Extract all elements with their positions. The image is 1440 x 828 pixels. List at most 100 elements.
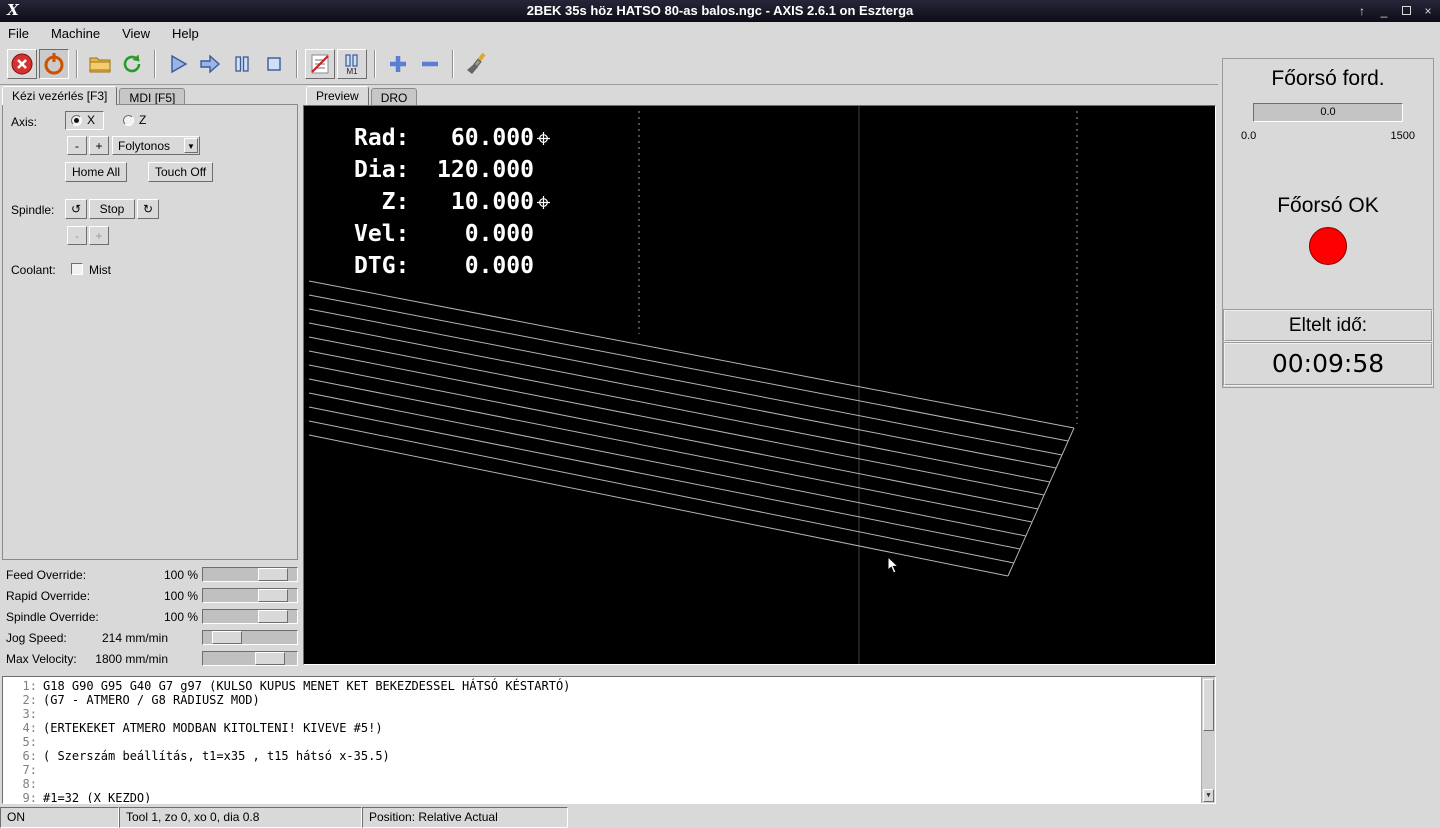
window-title: 2BEK 35s höz HATSO 80-as balos.ngc - AXI… <box>0 3 1440 18</box>
optional-stop-icon: M1 <box>340 52 364 76</box>
gcode-scrollbar[interactable]: ▼ <box>1201 677 1215 803</box>
spindle-minus-button[interactable]: - <box>67 226 87 245</box>
overrides-panel: Feed Override: 100 % Rapid Override: 100… <box>2 564 300 669</box>
jog-minus-button[interactable]: - <box>67 136 87 155</box>
toolbar-separator <box>76 50 78 78</box>
rapid-override-value: 100 % <box>164 589 198 603</box>
skip-lines-toggle[interactable] <box>305 49 335 79</box>
zoom-out-icon <box>418 52 442 76</box>
axis-label: Axis: <box>11 115 37 129</box>
slider-handle[interactable] <box>212 631 242 644</box>
maximize-icon[interactable] <box>1398 3 1414 19</box>
gcode-line[interactable]: 1:G18 G90 G95 G40 G7 g97 (KULSO KUPUS ME… <box>3 679 1215 693</box>
spindle-status-led <box>1309 227 1347 265</box>
close-icon[interactable]: × <box>1420 3 1436 19</box>
dro-line-z: Z: 10.000 <box>354 186 550 218</box>
radio-circle-icon <box>123 115 134 126</box>
zoom-in-icon <box>386 52 410 76</box>
jog-speed-value: 214 mm/min <box>102 631 168 645</box>
toolbar-separator <box>296 50 298 78</box>
spindle-override-slider[interactable] <box>202 609 298 624</box>
jog-mode-dropdown[interactable]: Folytonos ▼ <box>112 136 200 155</box>
gcode-line[interactable]: 5: <box>3 735 1215 749</box>
max-velocity-slider[interactable] <box>202 651 298 666</box>
estop-button[interactable] <box>7 49 37 79</box>
gcode-line[interactable]: 9:#1=32 (X KEZDO) <box>3 791 1215 804</box>
spindle-override-label: Spindle Override: <box>6 610 99 624</box>
feed-override-label: Feed Override: <box>6 568 86 582</box>
estop-icon <box>10 52 34 76</box>
gcode-line[interactable]: 2:(G7 - ATMERO / G8 RADIUSZ MOD) <box>3 693 1215 707</box>
menu-machine[interactable]: Machine <box>51 26 100 41</box>
rapid-override-slider[interactable] <box>202 588 298 603</box>
jog-speed-slider[interactable] <box>202 630 298 645</box>
spindle-plus-button[interactable]: + <box>89 226 109 245</box>
clear-plot-button[interactable] <box>461 49 491 79</box>
feed-override-row: Feed Override: 100 % <box>2 564 300 585</box>
rapid-override-row: Rapid Override: 100 % <box>2 585 300 606</box>
jog-speed-label: Jog Speed: <box>6 631 67 645</box>
gcode-line[interactable]: 8: <box>3 777 1215 791</box>
minimize-icon[interactable]: _ <box>1376 3 1392 19</box>
home-all-button[interactable]: Home All <box>65 162 127 182</box>
scrollbar-handle[interactable] <box>1203 679 1214 731</box>
machine-power-button[interactable] <box>39 49 69 79</box>
slider-handle[interactable] <box>258 589 288 602</box>
titlebar[interactable]: X 2BEK 35s höz HATSO 80-as balos.ngc - A… <box>0 0 1440 22</box>
reload-icon <box>120 52 144 76</box>
status-filler <box>568 807 1440 828</box>
scale-max: 1500 <box>1391 130 1415 142</box>
gcode-line[interactable]: 6:( Szerszám beállítás, t1=x35 , t15 hát… <box>3 749 1215 763</box>
feed-override-value: 100 % <box>164 568 198 582</box>
feed-override-slider[interactable] <box>202 567 298 582</box>
statusbar: ON Tool 1, zo 0, xo 0, dia 0.8 Position:… <box>0 807 1440 828</box>
tab-mdi[interactable]: MDI [F5] <box>119 88 185 105</box>
radio-dot-icon <box>71 115 82 126</box>
spindle-reverse-button[interactable]: ↺ <box>65 199 87 219</box>
scrollbar-down-icon[interactable]: ▼ <box>1203 789 1214 802</box>
axis-radio-z[interactable]: Z <box>123 113 146 127</box>
run-button[interactable] <box>163 49 193 79</box>
status-position-mode: Position: Relative Actual <box>362 807 568 828</box>
step-button[interactable] <box>195 49 225 79</box>
menu-help[interactable]: Help <box>172 26 199 41</box>
spindle-speed-bar: 0.0 <box>1253 103 1403 122</box>
reload-button[interactable] <box>117 49 147 79</box>
zoom-out-button[interactable] <box>415 49 445 79</box>
pause-button[interactable] <box>227 49 257 79</box>
step-icon <box>198 52 222 76</box>
tab-manual-control[interactable]: Kézi vezérlés [F3] <box>2 86 117 105</box>
stop-icon <box>262 52 286 76</box>
spindle-override-value: 100 % <box>164 610 198 624</box>
chevron-down-icon: ▼ <box>184 138 198 153</box>
stop-button[interactable] <box>259 49 289 79</box>
axis-radio-x[interactable]: X <box>65 111 104 130</box>
tab-preview[interactable]: Preview <box>306 86 369 105</box>
spindle-stop-button[interactable]: Stop <box>89 199 135 219</box>
slider-handle[interactable] <box>258 568 288 581</box>
menu-view[interactable]: View <box>122 26 150 41</box>
spindle-forward-button[interactable]: ↻ <box>137 199 159 219</box>
max-velocity-row: Max Velocity: 1800 mm/min <box>2 648 300 669</box>
mist-checkbox[interactable] <box>71 263 83 275</box>
open-file-button[interactable] <box>85 49 115 79</box>
optional-stop-toggle[interactable]: M1 <box>337 49 367 79</box>
elapsed-time-value: 00:09:58 <box>1223 342 1433 386</box>
gcode-line[interactable]: 7: <box>3 763 1215 777</box>
gcode-line[interactable]: 4:(ERTEKEKET ATMERO MODBAN KITOLTENI! KI… <box>3 721 1215 735</box>
preview-canvas[interactable]: Rad: 60.000 Dia: 120.000 Z: 10.000 <box>303 105 1216 665</box>
status-machine-state: ON <box>0 807 119 828</box>
touch-off-button[interactable]: Touch Off <box>148 162 213 182</box>
machine-power-icon <box>42 52 66 76</box>
gcode-listing[interactable]: 1:G18 G90 G95 G40 G7 g97 (KULSO KUPUS ME… <box>2 676 1216 804</box>
shade-icon[interactable]: ↑ <box>1354 3 1370 19</box>
slider-handle[interactable] <box>255 652 285 665</box>
gcode-line[interactable]: 3: <box>3 707 1215 721</box>
spindle-speed-title: Főorsó ford. <box>1223 67 1433 91</box>
tab-dro[interactable]: DRO <box>371 88 418 105</box>
zoom-in-button[interactable] <box>383 49 413 79</box>
jog-plus-button[interactable]: + <box>89 136 109 155</box>
menu-file[interactable]: File <box>8 26 29 41</box>
slider-handle[interactable] <box>258 610 288 623</box>
coolant-label: Coolant: <box>11 263 56 277</box>
